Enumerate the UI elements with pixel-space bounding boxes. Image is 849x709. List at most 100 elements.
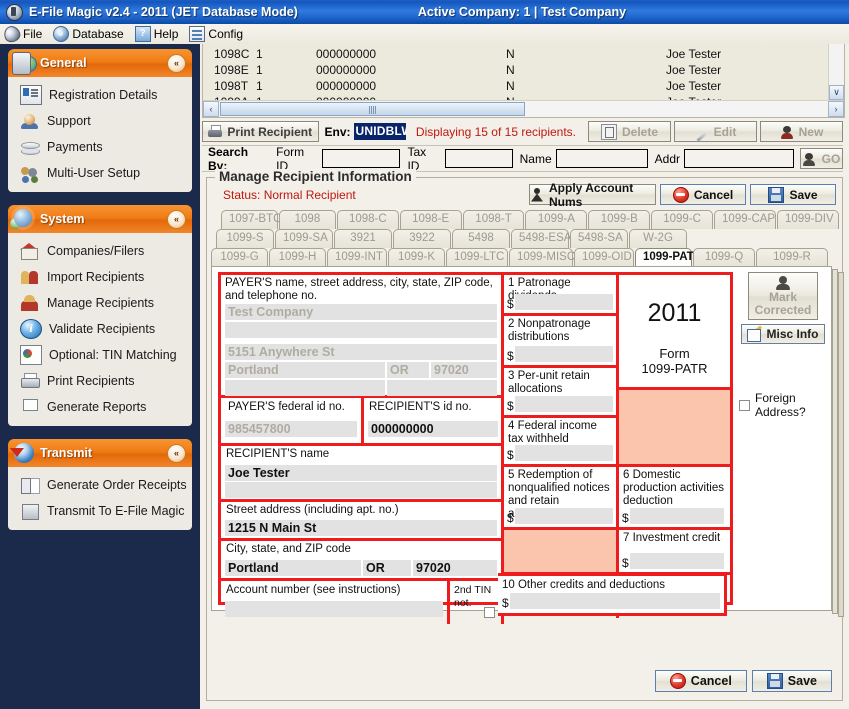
sidebar-item-manage-recipients[interactable]: Manage Recipients bbox=[8, 290, 192, 316]
table-row[interactable]: 1098E 1 000000000 N Joe Tester bbox=[203, 62, 829, 78]
search-name-input[interactable] bbox=[556, 149, 648, 168]
tab-5498[interactable]: 5498 bbox=[452, 229, 510, 248]
payer-fed-id-input[interactable]: 985457800 bbox=[225, 421, 357, 437]
collapse-general-icon[interactable]: « bbox=[167, 54, 186, 73]
city-input[interactable]: Portland bbox=[225, 560, 361, 576]
tab-1099-c[interactable]: 1099-C bbox=[651, 210, 713, 229]
collapse-transmit-icon[interactable]: « bbox=[167, 444, 186, 463]
footer-cancel-button[interactable]: Cancel bbox=[655, 670, 747, 692]
tab-1099-patr[interactable]: 1099-PATR bbox=[635, 248, 692, 267]
menu-file[interactable]: File bbox=[0, 25, 49, 43]
menu-database[interactable]: Database bbox=[49, 25, 130, 43]
payer-zip-input[interactable]: 97020 bbox=[431, 362, 497, 378]
foreign-address-checkbox[interactable] bbox=[739, 400, 750, 411]
tab-1099-misc[interactable]: 1099-MISC bbox=[509, 248, 573, 267]
sidebar-item-transmit-to-efile-magic[interactable]: Transmit To E-File Magic bbox=[8, 498, 192, 524]
sidebar-item-support[interactable]: Support bbox=[8, 108, 192, 134]
box-4-input[interactable] bbox=[515, 445, 613, 461]
sidebar-item-multi-user-setup[interactable]: Multi-User Setup bbox=[8, 160, 192, 186]
recipient-name2-input[interactable] bbox=[225, 482, 497, 498]
search-addr-input[interactable] bbox=[684, 149, 794, 168]
box-5-input[interactable] bbox=[515, 508, 613, 524]
cancel-button[interactable]: Cancel bbox=[660, 184, 746, 205]
payer-street-input[interactable]: 5151 Anywhere St bbox=[225, 344, 497, 360]
menu-config[interactable]: Config bbox=[185, 25, 250, 43]
tab-1099-oid[interactable]: 1099-OID bbox=[574, 248, 634, 267]
sidebar-item-tin-matching[interactable]: Optional: TIN Matching bbox=[8, 342, 192, 368]
box-3-input[interactable] bbox=[515, 396, 613, 412]
payer-phone-input[interactable] bbox=[225, 380, 385, 396]
tab-1099-a[interactable]: 1099-A bbox=[525, 210, 587, 229]
footer-save-button[interactable]: Save bbox=[752, 670, 832, 692]
tab-1099-div[interactable]: 1099-DIV bbox=[777, 210, 839, 229]
tab-1099-g[interactable]: 1099-G bbox=[211, 248, 268, 267]
misc-info-button[interactable]: Misc Info bbox=[741, 324, 825, 344]
street-input[interactable]: 1215 N Main St bbox=[225, 520, 497, 536]
new-button[interactable]: New bbox=[760, 121, 843, 142]
go-button[interactable]: GO bbox=[800, 148, 843, 169]
tab-1099-q[interactable]: 1099-Q bbox=[693, 248, 755, 267]
second-tin-checkbox[interactable] bbox=[484, 607, 495, 618]
scroll-right-icon[interactable]: › bbox=[828, 101, 844, 117]
recipient-id-input[interactable]: 000000000 bbox=[368, 421, 498, 437]
sidebar-item-companies-filers[interactable]: Companies/Filers bbox=[8, 238, 192, 264]
tab-1099-ltc[interactable]: 1099-LTC bbox=[446, 248, 508, 267]
tab-w-2g[interactable]: W-2G bbox=[629, 229, 687, 248]
table-row[interactable]: 1098C 1 000000000 N Joe Tester bbox=[203, 46, 829, 62]
menu-help[interactable]: ? Help bbox=[131, 25, 186, 43]
payer-line2-input[interactable] bbox=[225, 322, 497, 338]
state-input[interactable]: OR bbox=[363, 560, 411, 576]
scroll-down-icon[interactable]: ∨ bbox=[829, 85, 844, 100]
sidebar-item-validate-recipients[interactable]: Validate Recipients bbox=[8, 316, 192, 342]
delete-button[interactable]: Delete bbox=[588, 121, 671, 142]
payer-name-input[interactable]: Test Company bbox=[225, 304, 497, 320]
apply-account-nums-button[interactable]: Apply Account Nums bbox=[529, 184, 656, 205]
tab-1099-k[interactable]: 1099-K bbox=[388, 248, 445, 267]
sidebar-item-payments[interactable]: Payments bbox=[8, 134, 192, 160]
scroll-left-icon[interactable]: ‹ bbox=[203, 101, 219, 117]
tab-1099-int[interactable]: 1099-INT bbox=[327, 248, 387, 267]
print-recipient-button[interactable]: Print Recipient bbox=[202, 121, 319, 142]
tab-1099-cap[interactable]: 1099-CAP bbox=[714, 210, 776, 229]
sidebar-section-system-header[interactable]: System « bbox=[8, 205, 192, 233]
sidebar-item-import-recipients[interactable]: Import Recipients bbox=[8, 264, 192, 290]
scrollbar-thumb[interactable] bbox=[220, 102, 525, 116]
tab-3922[interactable]: 3922 bbox=[393, 229, 451, 248]
payer-city-input[interactable]: Portland bbox=[225, 362, 385, 378]
payer-phone2-input[interactable] bbox=[387, 380, 497, 396]
tab-1098[interactable]: 1098 bbox=[279, 210, 336, 229]
recipient-name-input[interactable]: Joe Tester bbox=[225, 465, 497, 481]
tab-1099-r[interactable]: 1099-R bbox=[756, 248, 828, 267]
tab-5498-sa[interactable]: 5498-SA bbox=[570, 229, 628, 248]
search-form-id-input[interactable] bbox=[322, 149, 400, 168]
box-2-input[interactable] bbox=[515, 346, 613, 362]
tab-5498-esa[interactable]: 5498-ESA bbox=[511, 229, 569, 248]
env-value[interactable]: UNIDBLWIN bbox=[354, 123, 406, 140]
collapse-system-icon[interactable]: « bbox=[167, 210, 186, 229]
tab-1099-h[interactable]: 1099-H bbox=[269, 248, 326, 267]
tab-1098-c[interactable]: 1098-C bbox=[337, 210, 399, 229]
tab-3921[interactable]: 3921 bbox=[334, 229, 392, 248]
sidebar-item-registration-details[interactable]: Registration Details bbox=[8, 82, 192, 108]
sidebar-item-print-recipients[interactable]: Print Recipients bbox=[8, 368, 192, 394]
search-tax-id-input[interactable] bbox=[445, 149, 513, 168]
tab-1098-t[interactable]: 1098-T bbox=[463, 210, 525, 229]
sidebar-section-general-header[interactable]: General « bbox=[8, 49, 192, 77]
table-row[interactable]: 1098T 1 000000000 N Joe Tester bbox=[203, 78, 829, 94]
tab-1097-btc[interactable]: 1097-BTC bbox=[221, 210, 278, 229]
sidebar-section-transmit-header[interactable]: Transmit « bbox=[8, 439, 192, 467]
box-6-input[interactable] bbox=[630, 508, 724, 524]
mark-corrected-button[interactable]: Mark Corrected bbox=[748, 272, 818, 320]
box-1-input[interactable] bbox=[515, 294, 613, 310]
tab-1099-sa[interactable]: 1099-SA bbox=[275, 229, 333, 248]
save-button[interactable]: Save bbox=[750, 184, 836, 205]
payer-state-input[interactable]: OR bbox=[387, 362, 429, 378]
box-7-input[interactable] bbox=[630, 553, 724, 569]
grid-vertical-scrollbar[interactable]: ∨ bbox=[828, 44, 844, 100]
grid-horizontal-scrollbar[interactable]: ‹ › bbox=[203, 100, 844, 117]
tab-1099-s[interactable]: 1099-S bbox=[216, 229, 274, 248]
sidebar-item-generate-order-receipts[interactable]: Generate Order Receipts bbox=[8, 472, 192, 498]
tab-1098-e[interactable]: 1098-E bbox=[400, 210, 462, 229]
tab-1099-b[interactable]: 1099-B bbox=[588, 210, 650, 229]
sidebar-item-generate-reports[interactable]: Generate Reports bbox=[8, 394, 192, 420]
